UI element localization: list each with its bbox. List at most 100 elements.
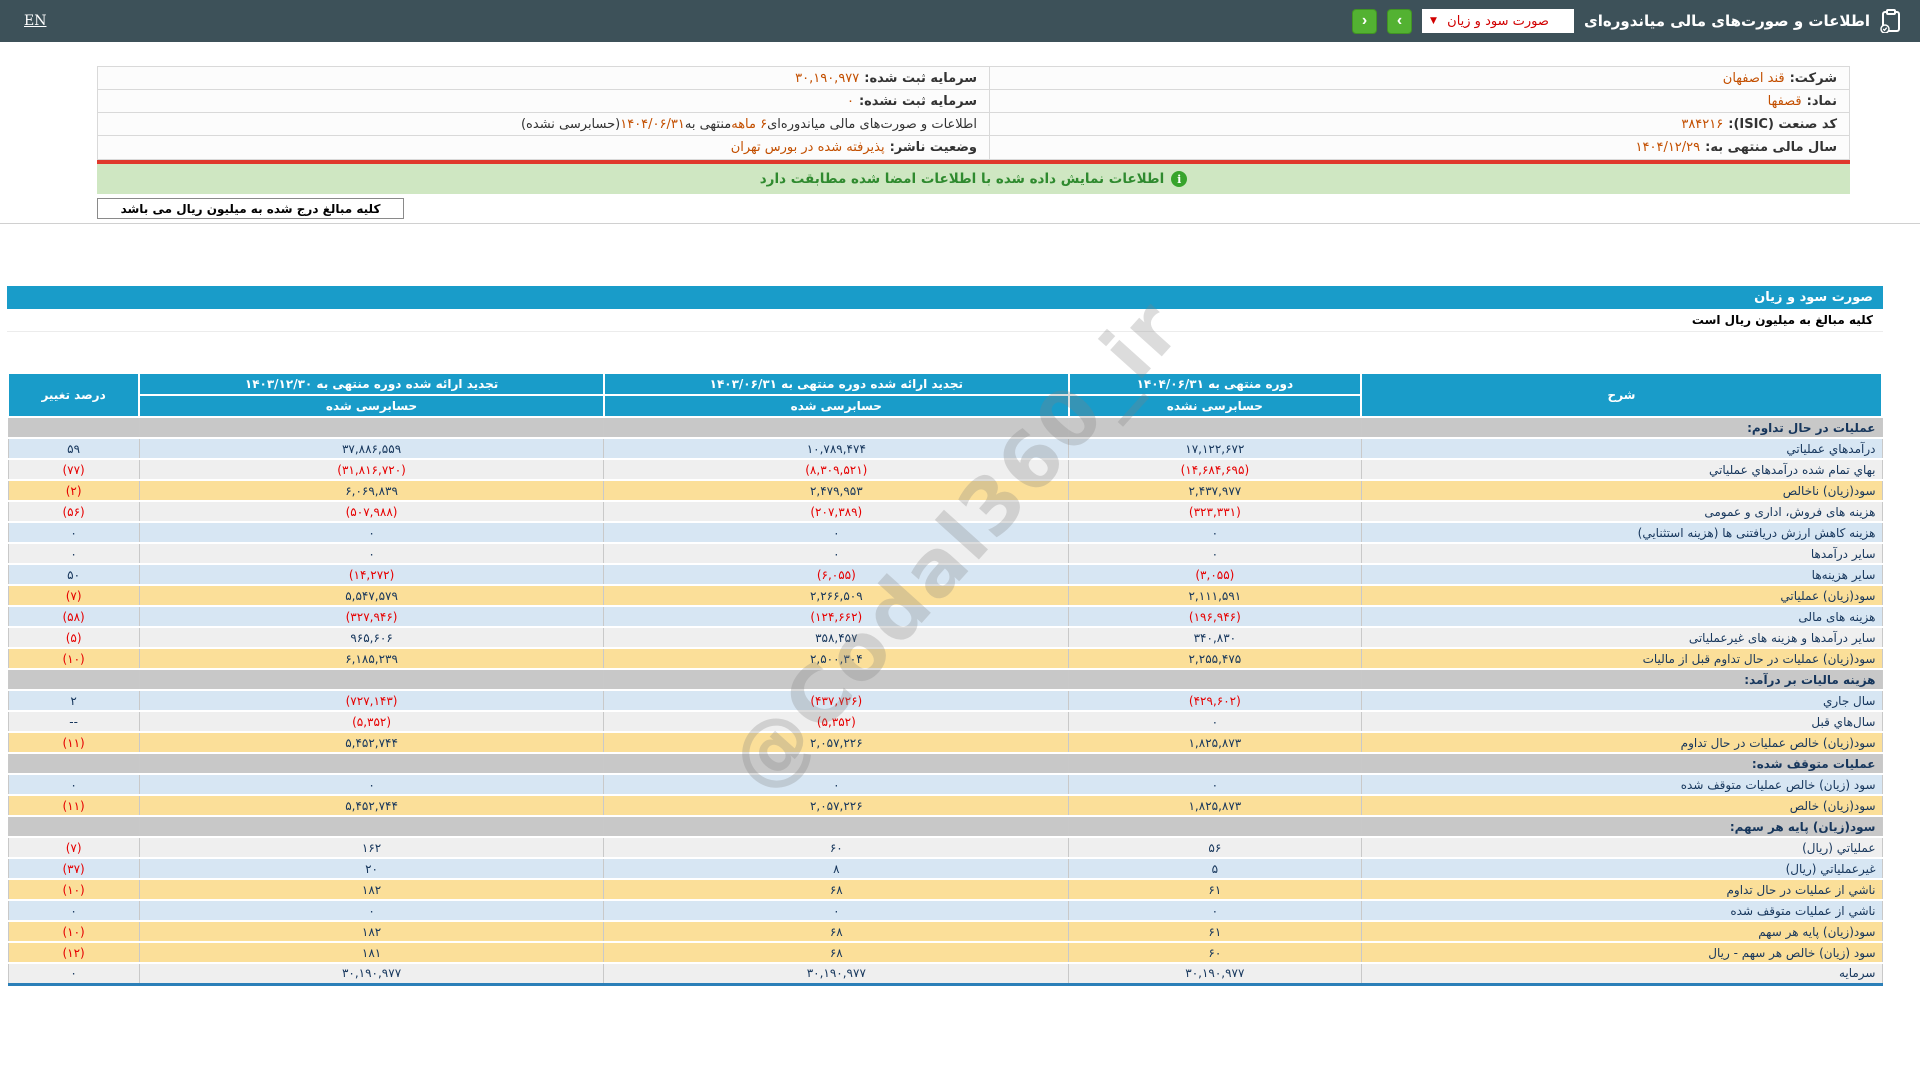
cell-current-period: ۲,۱۱۱,۵۹۱ bbox=[1069, 585, 1361, 606]
cell-current-period: ۵۶ bbox=[1069, 837, 1361, 858]
next-statement-button[interactable]: › bbox=[1387, 9, 1412, 34]
cell-annual-period: ۰ bbox=[139, 543, 604, 564]
topbar-controls: اطلاعات و صورت‌های مالی میاندوره‌ای صورت… bbox=[1352, 9, 1902, 34]
cell-annual-period: (۵,۳۵۲) bbox=[139, 711, 604, 732]
isic-code-cell: کد صنعت (ISIC): ۳۸۴۲۱۶ bbox=[989, 113, 1849, 135]
cell-current-period: ۰ bbox=[1069, 522, 1361, 543]
row-label: هزینه های مالی bbox=[1361, 606, 1882, 627]
row-label: سایر درآمدها bbox=[1361, 543, 1882, 564]
unregistered-capital-cell: سرمایه ثبت نشده: ۰ bbox=[98, 90, 989, 112]
cell-annual-period: ۲۰ bbox=[139, 858, 604, 879]
row-label: بهاي تمام شده درآمدهاي عملیاتي bbox=[1361, 459, 1882, 480]
row-label: سال جاري bbox=[1361, 690, 1882, 711]
cell-annual-period: ۳۷,۸۸۶,۵۵۹ bbox=[139, 438, 604, 459]
field-label: شرکت: bbox=[1790, 71, 1837, 86]
signed-data-banner: i اطلاعات نمایش داده شده با اطلاعات امضا… bbox=[97, 160, 1850, 194]
row-label: هزینه مالیات بر درآمد: bbox=[1361, 669, 1882, 690]
header-description: شرح bbox=[1361, 373, 1882, 417]
field-value: ۱۴۰۴/۱۲/۲۹ bbox=[1636, 140, 1701, 155]
row-label: درآمدهاي عملیاتي bbox=[1361, 438, 1882, 459]
cell-change-percent: ۰ bbox=[8, 900, 139, 921]
chevron-left-icon: ‹ bbox=[1362, 13, 1367, 29]
cell-prior-period: ۰ bbox=[604, 774, 1069, 795]
language-switch-link[interactable]: EN bbox=[24, 13, 46, 29]
cell-change-percent: (۱۰) bbox=[8, 921, 139, 942]
row-label: سود(زیان) ناخالص bbox=[1361, 480, 1882, 501]
row-label: سود(زیان) پایه هر سهم: bbox=[1361, 816, 1882, 837]
row-label: سود (زیان) خالص هر سهم - ریال bbox=[1361, 942, 1882, 963]
cell-annual-period bbox=[139, 816, 604, 837]
row-label: سود(زیان) خالص عملیات در حال تداوم bbox=[1361, 732, 1882, 753]
cell-change-percent: (۲) bbox=[8, 480, 139, 501]
cell-change-percent bbox=[8, 816, 139, 837]
cell-annual-period: ۰ bbox=[139, 522, 604, 543]
row-label: سرمایه bbox=[1361, 963, 1882, 984]
row-label: سود (زیان) خالص عملیات متوقف شده bbox=[1361, 774, 1882, 795]
field-label: نماد: bbox=[1807, 94, 1837, 109]
cell-change-percent: ۰ bbox=[8, 543, 139, 564]
table-row: سود(زیان) خالص۱,۸۲۵,۸۷۳۲,۰۵۷,۲۲۶۵,۴۵۲,۷۴… bbox=[8, 795, 1882, 816]
cell-prior-period bbox=[604, 417, 1069, 438]
cell-annual-period: (۱۴,۲۷۲) bbox=[139, 564, 604, 585]
row-label: ناشي از عملیات در حال تداوم bbox=[1361, 879, 1882, 900]
row-label: سود(زیان) عملیات در حال تداوم قبل از مال… bbox=[1361, 648, 1882, 669]
statement-title: صورت سود و زیان bbox=[1754, 290, 1873, 305]
period-length: ۶ ماهه bbox=[731, 117, 767, 132]
row-label: سود(زیان) خالص bbox=[1361, 795, 1882, 816]
cell-annual-period: ۳۰,۱۹۰,۹۷۷ bbox=[139, 963, 604, 984]
ticker-symbol-cell: نماد: قصفها bbox=[989, 90, 1849, 112]
cell-annual-period: ۶,۰۶۹,۸۳۹ bbox=[139, 480, 604, 501]
income-statement-section: صورت سود و زیان کلیه مبالغ به میلیون ریا… bbox=[7, 286, 1883, 986]
field-label: کد صنعت (ISIC): bbox=[1728, 117, 1837, 132]
cell-change-percent: ۰ bbox=[8, 774, 139, 795]
header-prior-audit: حسابرسی شده bbox=[604, 395, 1069, 417]
cell-change-percent: (۷۷) bbox=[8, 459, 139, 480]
cell-current-period: ۰ bbox=[1069, 774, 1361, 795]
table-row: سود(زیان) پایه هر سهم۶۱۶۸۱۸۲(۱۰) bbox=[8, 921, 1882, 942]
prev-statement-button[interactable]: ‹ bbox=[1352, 9, 1377, 34]
table-row: هزینه کاهش ارزش دریافتنی ها (هزینه استثن… bbox=[8, 522, 1882, 543]
cell-annual-period: ۵,۴۵۲,۷۴۴ bbox=[139, 795, 604, 816]
statement-table-body: عملیات در حال تداوم:درآمدهاي عملیاتي۱۷,۱… bbox=[8, 417, 1882, 984]
cell-prior-period: (۸,۳۰۹,۵۲۱) bbox=[604, 459, 1069, 480]
cell-current-period: ۱,۸۲۵,۸۷۳ bbox=[1069, 732, 1361, 753]
cell-annual-period: ۱۸۲ bbox=[139, 921, 604, 942]
cell-annual-period: ۰ bbox=[139, 900, 604, 921]
amounts-unit-text: کلیه مبالغ درج شده به میلیون ریال می باش… bbox=[121, 202, 381, 216]
cell-annual-period bbox=[139, 753, 604, 774]
cell-prior-period bbox=[604, 753, 1069, 774]
field-value: قند اصفهان bbox=[1723, 71, 1785, 86]
audit-status-text: (حسابرسی نشده) bbox=[521, 117, 620, 132]
cell-change-percent: ۵۰ bbox=[8, 564, 139, 585]
info-icon: i bbox=[1171, 171, 1187, 187]
table-header: شرح دوره منتهی به ۱۴۰۴/۰۶/۳۱ تجدید ارائه… bbox=[8, 373, 1882, 417]
cell-current-period: ۰ bbox=[1069, 900, 1361, 921]
cell-prior-period: ۳۵۸,۴۵۷ bbox=[604, 627, 1069, 648]
cell-current-period: ۶۰ bbox=[1069, 942, 1361, 963]
chevron-right-icon: › bbox=[1397, 13, 1402, 29]
row-label: سال‌هاي قبل bbox=[1361, 711, 1882, 732]
cell-current-period: (۱۹۶,۹۴۶) bbox=[1069, 606, 1361, 627]
cell-current-period: (۴۲۹,۶۰۲) bbox=[1069, 690, 1361, 711]
cell-annual-period: ۵,۴۵۲,۷۴۴ bbox=[139, 732, 604, 753]
cell-prior-period: ۲,۲۶۶,۵۰۹ bbox=[604, 585, 1069, 606]
cell-change-percent bbox=[8, 669, 139, 690]
cell-change-percent: (۷) bbox=[8, 585, 139, 606]
cell-change-percent: (۱۲) bbox=[8, 942, 139, 963]
cell-annual-period: ۱۶۲ bbox=[139, 837, 604, 858]
page-title: اطلاعات و صورت‌های مالی میاندوره‌ای bbox=[1584, 12, 1870, 30]
row-label: عملیات در حال تداوم: bbox=[1361, 417, 1882, 438]
row-label: ناشي از عملیات متوقف شده bbox=[1361, 900, 1882, 921]
chevron-down-icon: ▼ bbox=[1430, 16, 1437, 26]
cell-change-percent bbox=[8, 753, 139, 774]
amounts-unit-box: کلیه مبالغ درج شده به میلیون ریال می باش… bbox=[97, 198, 404, 219]
statement-type-dropdown[interactable]: صورت سود و زیان ▼ bbox=[1422, 9, 1574, 33]
cell-prior-period: (۶,۰۵۵) bbox=[604, 564, 1069, 585]
cell-current-period: ۳۰,۱۹۰,۹۷۷ bbox=[1069, 963, 1361, 984]
row-label: سود(زیان) عملیاتي bbox=[1361, 585, 1882, 606]
statement-note-text: کلیه مبالغ به میلیون ریال است bbox=[1692, 313, 1873, 327]
row-label: عملیات متوقف شده: bbox=[1361, 753, 1882, 774]
section-row: سود(زیان) پایه هر سهم: bbox=[8, 816, 1882, 837]
table-row: سود(زیان) عملیاتي۲,۱۱۱,۵۹۱۲,۲۶۶,۵۰۹۵,۵۴۷… bbox=[8, 585, 1882, 606]
info-row: کد صنعت (ISIC): ۳۸۴۲۱۶ اطلاعات و صورت‌ها… bbox=[98, 113, 1849, 136]
